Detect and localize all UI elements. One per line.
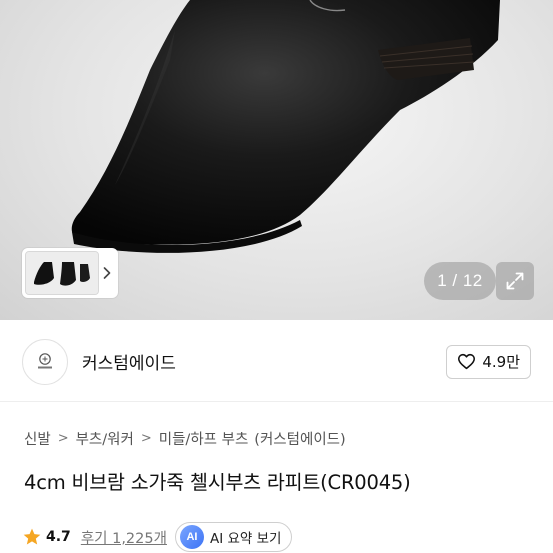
thumbnail-image[interactable] bbox=[25, 251, 99, 295]
breadcrumb-item-type[interactable]: 미들/하프 부츠 bbox=[159, 428, 249, 449]
product-title: 4cm 비브람 소가죽 첼시부츠 라피트(CR0045) bbox=[24, 471, 411, 494]
like-button[interactable]: 4.9만 bbox=[446, 344, 531, 379]
review-count-link[interactable]: 후기 1,225개 bbox=[81, 527, 167, 548]
expand-arrows-icon-graphic bbox=[506, 272, 524, 290]
brand-logo-graphic bbox=[38, 352, 52, 368]
seller-row: 커스텀에이드 4.9만 bbox=[0, 322, 553, 402]
expand-arrows-icon[interactable] bbox=[496, 262, 534, 300]
ai-badge-icon: AI bbox=[179, 525, 204, 549]
rating-value: 4.7 bbox=[46, 529, 71, 545]
breadcrumb-item-category[interactable]: 신발 bbox=[24, 428, 51, 449]
brand-logo-icon[interactable] bbox=[22, 338, 68, 385]
heart-outline-icon bbox=[458, 353, 476, 370]
star-icon bbox=[23, 528, 41, 545]
thumbnail-strip[interactable] bbox=[22, 248, 118, 298]
chevron-right-icon: > bbox=[140, 431, 152, 446]
product-image-gallery[interactable]: 1 / 12 bbox=[0, 0, 553, 320]
rating-row: 4.7 후기 1,225개 AI AI 요약 보기 bbox=[22, 522, 293, 552]
ai-summary-label: AI 요약 보기 bbox=[209, 531, 282, 547]
chevron-right-icon: > bbox=[57, 431, 69, 446]
image-counter: 1 / 12 bbox=[424, 262, 496, 300]
breadcrumb: 신발 > 부츠/워커 > 미들/하프 부츠 (커스텀에이드) bbox=[24, 428, 346, 449]
ai-summary-button[interactable]: AI AI 요약 보기 bbox=[174, 522, 293, 552]
breadcrumb-item-subcategory[interactable]: 부츠/워커 bbox=[76, 428, 134, 449]
seller-name[interactable]: 커스텀에이드 bbox=[82, 349, 176, 374]
chevron-right-icon-graphic bbox=[103, 267, 111, 279]
like-count: 4.9만 bbox=[482, 353, 520, 371]
breadcrumb-item-brand[interactable]: (커스텀에이드) bbox=[254, 428, 345, 449]
thumbnail-boot-picture bbox=[26, 252, 98, 294]
chevron-right-icon[interactable] bbox=[99, 251, 115, 295]
